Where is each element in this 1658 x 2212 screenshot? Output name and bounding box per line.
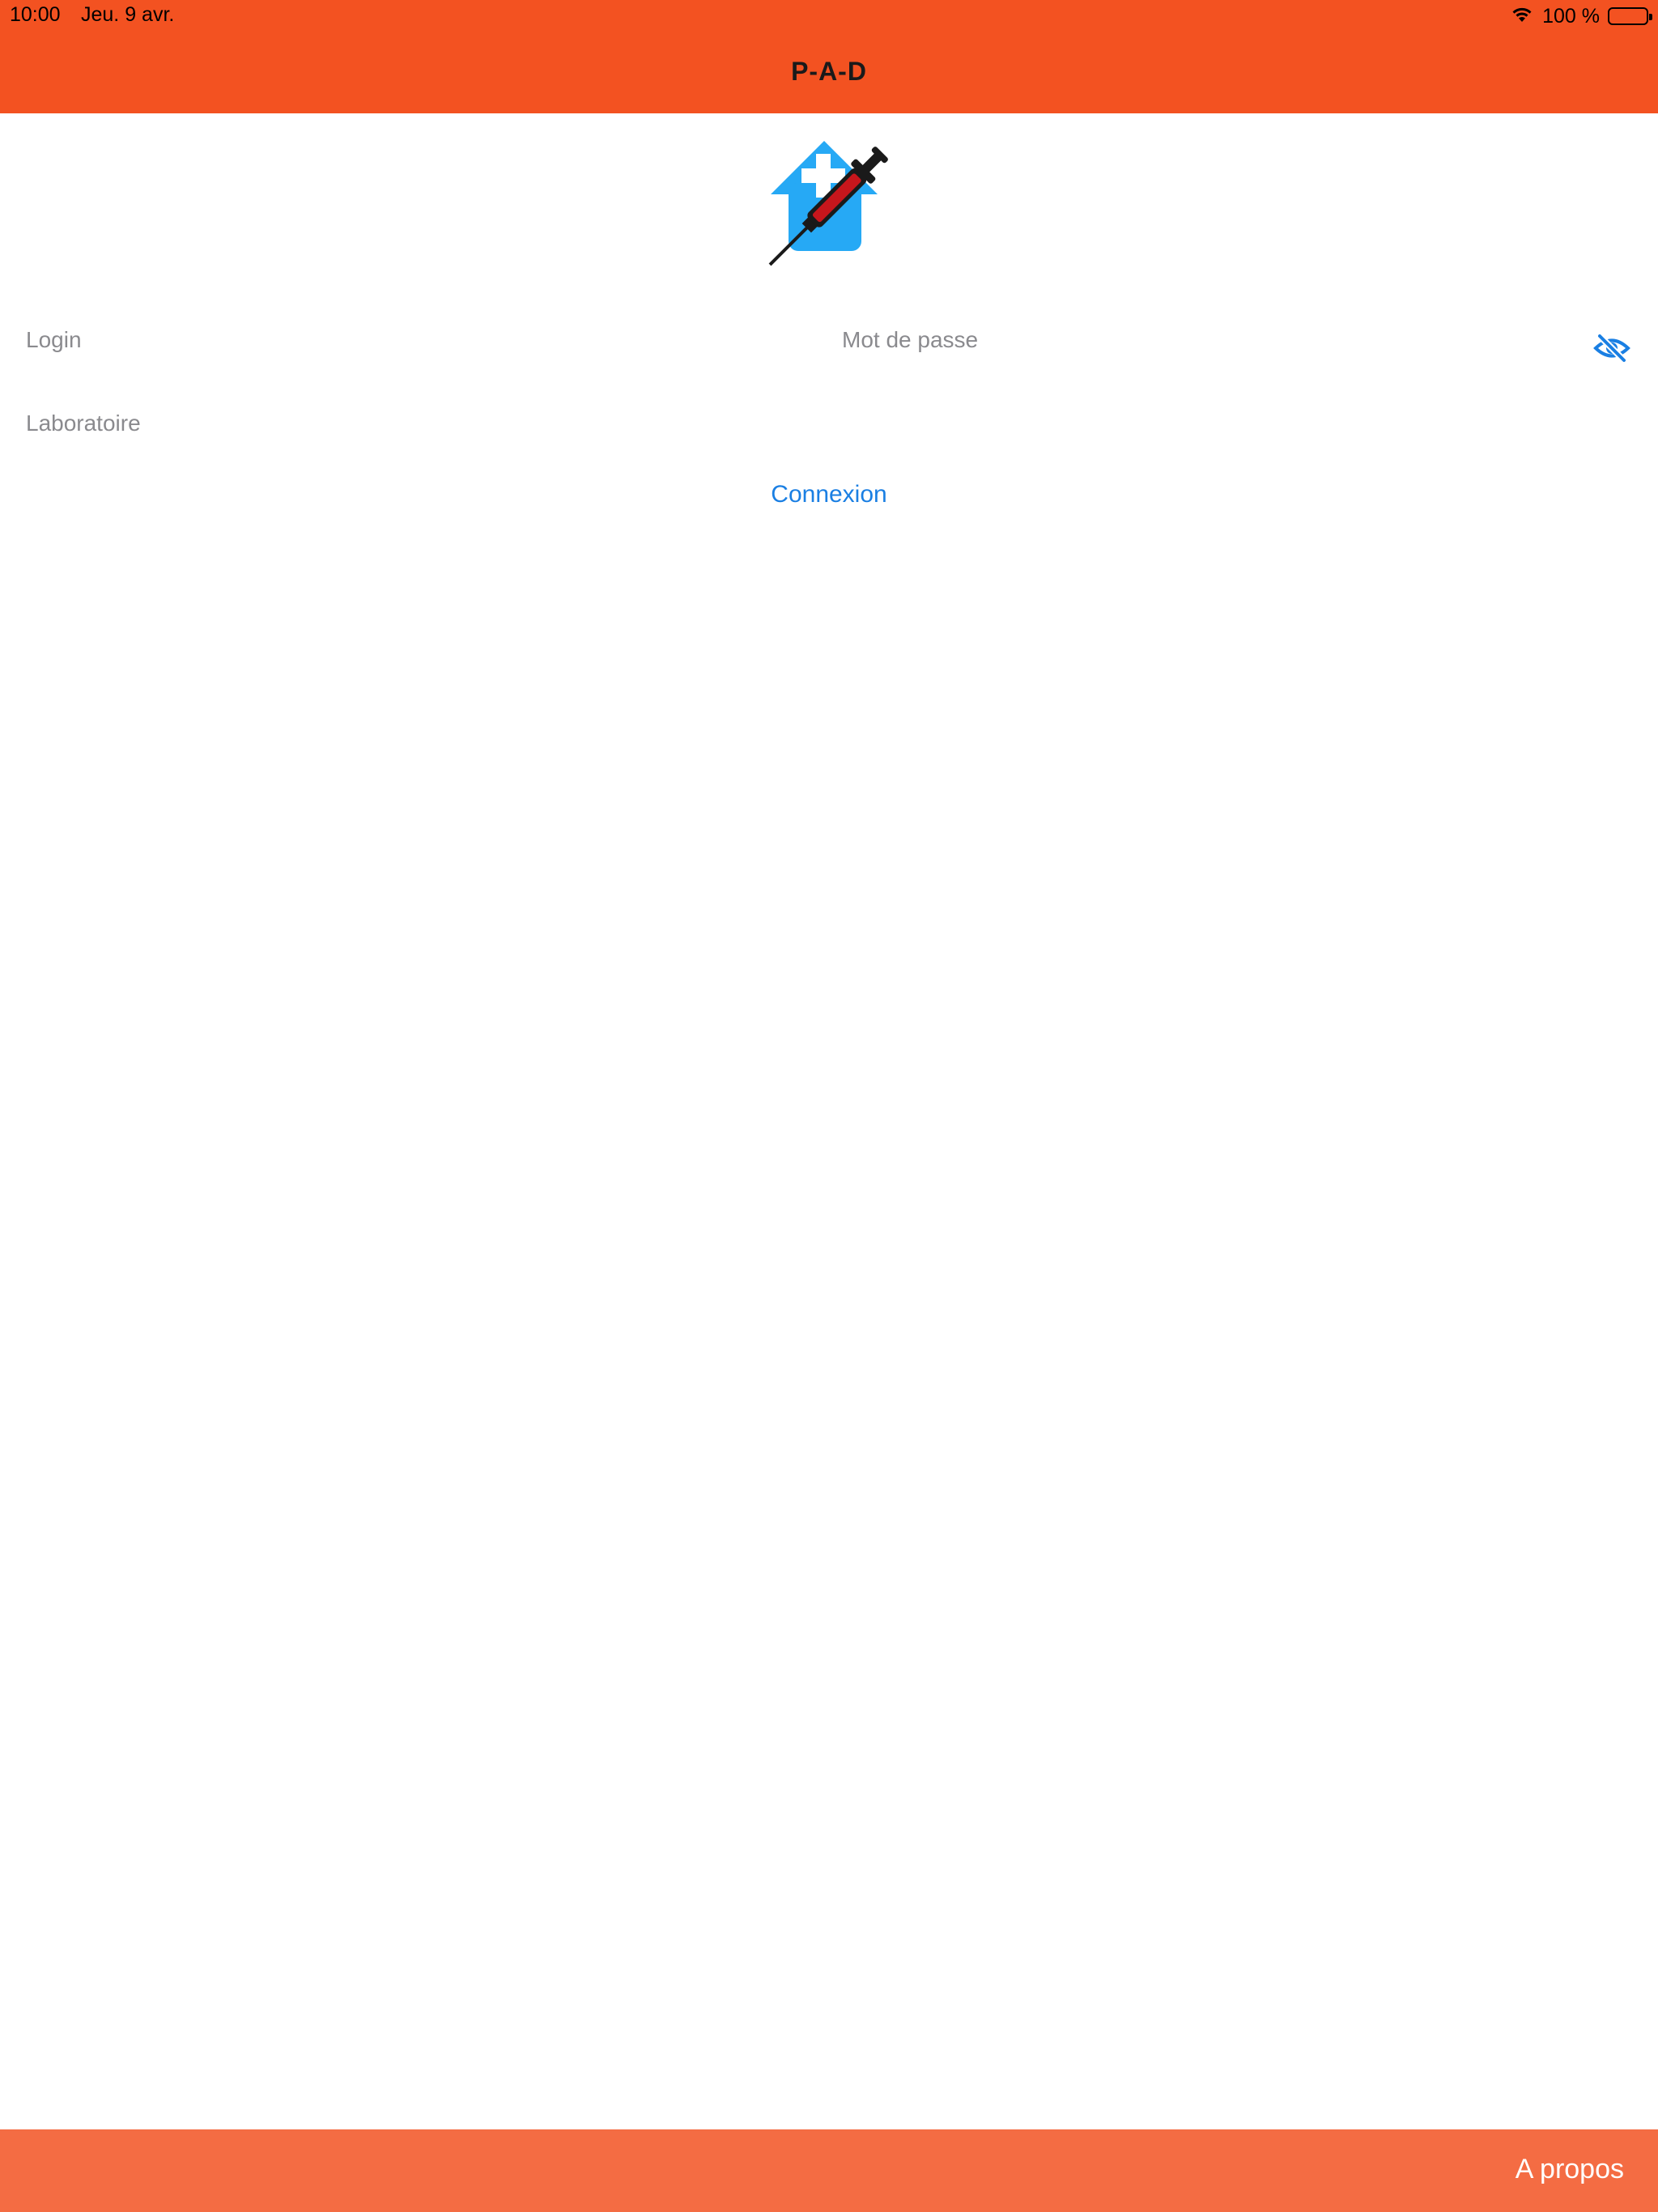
login-field[interactable] [26,312,803,368]
status-date: Jeu. 9 avr. [81,3,175,26]
status-time: 10:00 [10,3,61,26]
battery-percentage: 100 % [1542,4,1600,28]
bottom-toolbar: A propos [0,2129,1658,2212]
password-input[interactable] [842,312,1571,368]
connect-button[interactable]: Connexion [0,481,1658,508]
laboratory-input[interactable] [26,395,1564,452]
status-indicators: 100 % [1510,3,1652,29]
battery-icon [1608,7,1652,25]
navigation-bar: 10:00 Jeu. 9 avr. 100 % P-A-D [0,0,1658,113]
laboratory-field[interactable] [26,395,1564,452]
eye-slash-icon[interactable] [1592,330,1632,366]
login-input[interactable] [26,312,803,368]
password-field[interactable] [842,312,1571,368]
wifi-icon [1510,4,1534,29]
about-button[interactable]: A propos [1516,2154,1624,2185]
page-title: P-A-D [791,57,867,86]
app-logo [753,126,908,282]
